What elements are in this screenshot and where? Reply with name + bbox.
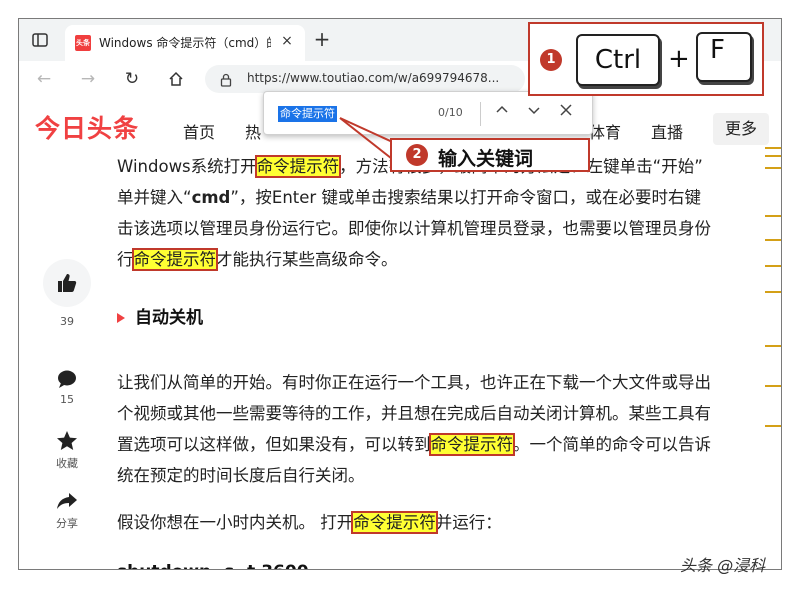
url-text: https://www.toutiao.com/w/a699794678... <box>247 71 500 85</box>
toutiao-logo[interactable]: 今日头条 <box>35 109 139 145</box>
comment-count: 15 <box>60 393 74 406</box>
share-label: 分享 <box>56 517 78 530</box>
tab-close-icon[interactable]: × <box>279 33 295 49</box>
forward-arrow-icon[interactable]: → <box>77 68 99 90</box>
text-run: 并运行： <box>435 513 502 532</box>
more-button[interactable]: 更多 <box>713 113 769 145</box>
text-run: ”，按Enter 键或单击搜索结果以打开命令窗口，或在必要时右键 <box>230 188 701 207</box>
search-highlight: 命令提示符 <box>131 248 218 271</box>
nav-item-sports[interactable]: 体育 <box>589 119 621 143</box>
find-divider <box>480 102 481 126</box>
section-title: 自动关机 <box>117 303 203 334</box>
star-icon[interactable] <box>55 429 79 453</box>
scroll-marker <box>765 147 781 149</box>
nav-item-home[interactable]: 首页 <box>183 119 215 143</box>
text-run: 。一个简单的命令可以告诉 <box>513 435 711 454</box>
scroll-marker <box>765 239 781 241</box>
section-title-text: 自动关机 <box>135 308 203 328</box>
find-input[interactable]: 命令提示符 <box>278 106 337 122</box>
find-result-count: 0/10 <box>438 106 463 119</box>
lock-icon <box>219 72 233 87</box>
paragraph-line: 让我们从简单的开始。有时你正在运行一个工具，也许正在下载一个大文件或导出 <box>117 373 711 392</box>
nav-item-live[interactable]: 直播 <box>651 119 683 143</box>
text-run: 单并键入“ <box>117 188 192 207</box>
ctrl-key: Ctrl <box>576 34 660 86</box>
scrollbar[interactable] <box>765 95 781 569</box>
triangle-bullet-icon <box>117 313 125 323</box>
find-bar: 命令提示符 0/10 <box>263 91 593 135</box>
scroll-marker <box>765 167 781 169</box>
back-arrow-icon[interactable]: ← <box>33 68 55 90</box>
text-run: 才能执行某些高级命令。 <box>216 250 398 269</box>
find-close-icon[interactable] <box>556 103 576 123</box>
tab-title: Windows 命令提示符（cmd）的 <box>99 36 271 50</box>
watermark: 头条 @浸科 <box>680 556 766 575</box>
tab-active[interactable]: 头条 Windows 命令提示符（cmd）的 × <box>65 25 305 61</box>
step-badge-2: 2 <box>406 144 428 166</box>
home-icon[interactable] <box>165 68 187 90</box>
refresh-icon[interactable]: ↻ <box>121 68 143 90</box>
scroll-marker <box>765 345 781 347</box>
new-tab-button[interactable]: + <box>311 29 333 51</box>
browser-window: 头条 Windows 命令提示符（cmd）的 × + ← → ↻ https:/… <box>18 18 782 570</box>
bold-text: cmd <box>191 188 231 207</box>
search-highlight: 命令提示符 <box>428 433 515 456</box>
callout-text: 输入关键词 <box>438 148 534 170</box>
paragraph-line: 个视频或其他一些需要等待的工作，并且想在完成后自动关闭计算机。某些工具有 <box>117 404 711 423</box>
step-badge-1: 1 <box>540 49 562 71</box>
text-run: 置选项可以这样做，但如果没有，可以转到 <box>117 435 431 454</box>
text-run: 假设你想在一小时内关机。 打开 <box>117 513 354 532</box>
tab-actions-icon[interactable] <box>31 31 49 49</box>
scroll-marker <box>765 291 781 293</box>
find-previous-icon[interactable] <box>492 103 512 123</box>
f-key: F <box>696 32 752 82</box>
paragraph-line: 统在预定的时间长度后自行关闭。 <box>117 466 365 485</box>
paragraph-line: 置选项可以这样做，但如果没有，可以转到命令提示符。一个简单的命令可以告诉 <box>117 429 777 460</box>
toutiao-favicon-icon: 头条 <box>75 35 91 51</box>
text-run: Windows系统打开 <box>117 157 257 176</box>
plus-sign: + <box>668 44 690 74</box>
share-icon[interactable] <box>55 489 79 513</box>
scroll-marker <box>765 385 781 387</box>
scroll-marker <box>765 425 781 427</box>
shortcut-callout: 1 Ctrl + F <box>528 22 764 96</box>
scroll-marker <box>765 215 781 217</box>
paragraph-line: 假设你想在一小时内关机。 打开命令提示符并运行： <box>117 507 777 538</box>
thumbs-up-icon <box>55 271 79 295</box>
search-highlight: 命令提示符 <box>254 155 342 178</box>
find-next-icon[interactable] <box>524 103 544 123</box>
like-button[interactable] <box>43 259 91 307</box>
search-highlight: 命令提示符 <box>351 511 438 534</box>
scroll-marker <box>765 265 781 267</box>
like-count: 39 <box>60 315 74 328</box>
address-bar[interactable]: https://www.toutiao.com/w/a699794678... <box>205 65 525 93</box>
keyword-callout: 2 输入关键词 <box>390 138 590 172</box>
paragraph-line: 行命令提示符才能执行某些高级命令。 <box>117 244 777 275</box>
comment-icon[interactable] <box>55 367 79 391</box>
favorite-label: 收藏 <box>56 457 78 470</box>
nav-item-hot[interactable]: 热 <box>245 119 261 143</box>
scroll-marker <box>765 155 781 157</box>
paragraph-line: 单并键入“cmd”，按Enter 键或单击搜索结果以打开命令窗口，或在必要时右键 <box>117 182 777 213</box>
text-run: 行 <box>117 250 134 269</box>
paragraph-line: 击该选项以管理员身份运行它。即使你以计算机管理员登录，也需要以管理员身份 <box>117 219 711 238</box>
command-text: shutdown -s -t 3600 <box>117 557 309 569</box>
